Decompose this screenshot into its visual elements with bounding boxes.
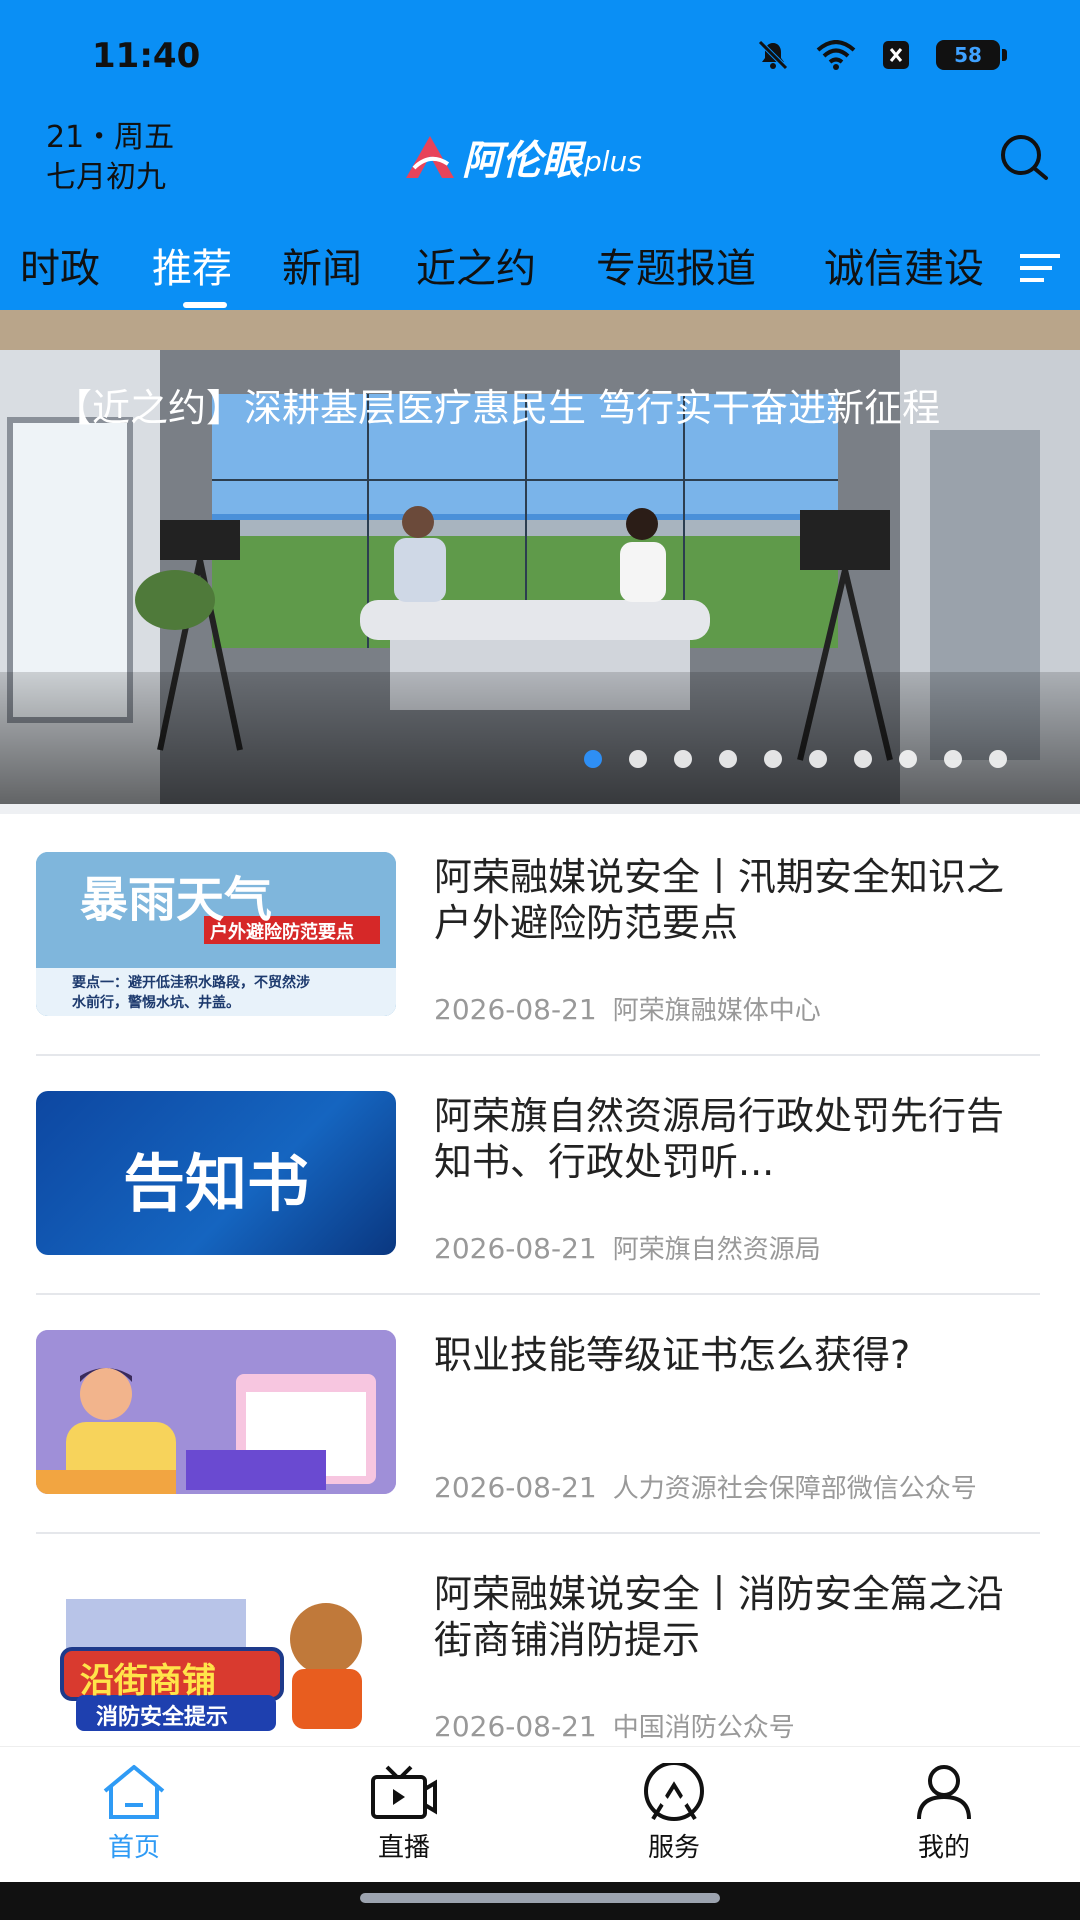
nav-live-label: 直播 xyxy=(377,1833,430,1863)
news-title: 职业技能等级证书怎么获得? xyxy=(434,1333,911,1377)
tv-icon xyxy=(371,1765,437,1819)
carousel-dot[interactable] xyxy=(629,750,647,768)
carousel-dot[interactable] xyxy=(899,750,917,768)
tab-zhuanti[interactable]: 专题报道 xyxy=(596,236,756,294)
tab-menu-button[interactable] xyxy=(1000,228,1080,308)
thumb-line2: 水前行，警惕水坑、井盖。 xyxy=(72,995,240,1011)
nav-profile-label: 我的 xyxy=(917,1833,970,1863)
mute-icon xyxy=(756,40,790,70)
news-source: 阿荣旗自然资源局 xyxy=(612,1235,821,1265)
status-icons: 58 xyxy=(756,40,1007,70)
service-icon xyxy=(644,1763,704,1821)
tab-chengxin[interactable]: 诚信建设 xyxy=(824,236,984,294)
category-tabs: 时政 推荐 新闻 近之约 专题报道 诚信建设 xyxy=(0,228,1000,308)
sim-icon xyxy=(882,40,910,70)
home-icon xyxy=(103,1765,165,1819)
news-date: 2026-08-21 xyxy=(434,993,597,1026)
nav-service[interactable]: 服务 xyxy=(594,1763,754,1864)
carousel-dot[interactable] xyxy=(674,750,692,768)
app-root: 11:40 58 21・周五 七月初九 阿伦眼 plus 时政 推荐 新闻 近之… xyxy=(0,0,1080,1920)
nav-home-label: 首页 xyxy=(107,1833,160,1863)
news-date: 2026-08-21 xyxy=(434,1710,597,1743)
news-meta: 2026-08-21 阿荣旗自然资源局 xyxy=(434,1229,821,1266)
thumb-tag: 消防安全提示 xyxy=(96,1705,229,1730)
thumb-heading: 告知书 xyxy=(122,1147,309,1220)
news-item[interactable]: 职业技能等级证书怎么获得? 2026-08-21 人力资源社会保障部微信公众号 xyxy=(36,1330,1044,1568)
news-meta: 2026-08-21 人力资源社会保障部微信公众号 xyxy=(434,1468,977,1505)
banner-carousel[interactable] xyxy=(0,310,1080,804)
carousel-dot[interactable] xyxy=(719,750,737,768)
logo-text: 阿伦眼 xyxy=(462,138,582,184)
carousel-dot[interactable] xyxy=(584,750,602,768)
carousel-dot[interactable] xyxy=(854,750,872,768)
news-source: 阿荣旗融媒体中心 xyxy=(612,996,821,1026)
banner-title[interactable]: 【近之约】深耕基层医疗惠民生 笃行实干奋进新征程 xyxy=(54,389,1044,427)
app-logo: 阿伦眼 plus xyxy=(404,128,642,186)
date-line2: 七月初九 xyxy=(46,160,166,195)
tab-tuijian[interactable]: 推荐 xyxy=(152,236,232,294)
date-block: 21・周五 七月初九 xyxy=(46,118,174,198)
user-icon xyxy=(917,1765,971,1820)
carousel-dot[interactable] xyxy=(809,750,827,768)
carousel-dot[interactable] xyxy=(944,750,962,768)
news-thumbnail: 沿街商铺 消防安全提示 xyxy=(36,1569,396,1735)
news-date: 2026-08-21 xyxy=(434,1232,597,1265)
battery-icon: 58 xyxy=(936,40,1007,70)
news-divider xyxy=(36,1054,1040,1056)
thumb-heading: 沿街商铺 xyxy=(80,1661,216,1701)
banner-caption-overlay xyxy=(0,672,1080,804)
tab-shizheng[interactable]: 时政 xyxy=(20,236,100,294)
thumb-tag: 户外避险防范要点 xyxy=(210,922,354,943)
news-thumbnail: 暴雨天气 户外避险防范要点 要点一：避开低洼积水路段，不贸然涉 水前行，警惕水坑… xyxy=(36,852,396,1016)
date-line1: 21・周五 xyxy=(46,120,175,155)
news-divider xyxy=(36,1532,1040,1534)
nav-home[interactable]: 首页 xyxy=(54,1763,214,1864)
news-title: 阿荣融媒说安全丨消防安全篇之沿街商铺消防提示 xyxy=(434,1572,1005,1662)
active-tab-indicator xyxy=(183,302,227,308)
news-thumbnail xyxy=(36,1330,396,1494)
news-divider xyxy=(36,1293,1040,1295)
news-thumbnail: 告知书 xyxy=(36,1091,396,1255)
news-meta: 2026-08-21 中国消防公众号 xyxy=(434,1707,795,1744)
section-divider xyxy=(0,804,1080,814)
logo-sub: plus xyxy=(584,144,642,178)
news-meta: 2026-08-21 阿荣旗融媒体中心 xyxy=(434,990,821,1027)
thumb-line1: 要点一：避开低洼积水路段，不贸然涉 xyxy=(72,975,310,991)
bottom-nav: 首页 直播 服务 我的 xyxy=(0,1746,1080,1882)
tab-xinwen[interactable]: 新闻 xyxy=(282,236,362,294)
logo-mark-icon xyxy=(406,136,454,178)
news-source: 中国消防公众号 xyxy=(612,1713,795,1743)
news-item[interactable]: 暴雨天气 户外避险防范要点 要点一：避开低洼积水路段，不贸然涉 水前行，警惕水坑… xyxy=(36,852,1044,1090)
tab-jinzhiyue[interactable]: 近之约 xyxy=(416,236,536,294)
search-button[interactable] xyxy=(996,130,1052,186)
home-indicator[interactable] xyxy=(360,1893,720,1903)
news-item[interactable]: 告知书 阿荣旗自然资源局行政处罚先行告知书、行政处罚听... 2026-08-2… xyxy=(36,1091,1044,1329)
search-icon xyxy=(1001,135,1048,180)
news-title: 阿荣融媒说安全丨汛期安全知识之户外避险防范要点 xyxy=(434,855,1005,945)
wifi-icon xyxy=(816,40,856,70)
battery-level: 58 xyxy=(954,43,982,67)
nav-live[interactable]: 直播 xyxy=(324,1763,484,1864)
nav-profile[interactable]: 我的 xyxy=(864,1763,1024,1864)
news-title: 阿荣旗自然资源局行政处罚先行告知书、行政处罚听... xyxy=(434,1094,1005,1184)
nav-service-label: 服务 xyxy=(647,1833,700,1863)
menu-icon xyxy=(1020,254,1060,282)
carousel-dot[interactable] xyxy=(989,750,1007,768)
status-bar: 11:40 58 xyxy=(0,0,1080,110)
status-time: 11:40 xyxy=(92,36,201,76)
header: 11:40 58 21・周五 七月初九 阿伦眼 plus 时政 推荐 新闻 近之… xyxy=(0,0,1080,310)
carousel-dot[interactable] xyxy=(764,750,782,768)
carousel-dots xyxy=(584,750,1034,768)
news-date: 2026-08-21 xyxy=(434,1471,597,1504)
news-source: 人力资源社会保障部微信公众号 xyxy=(612,1474,977,1504)
